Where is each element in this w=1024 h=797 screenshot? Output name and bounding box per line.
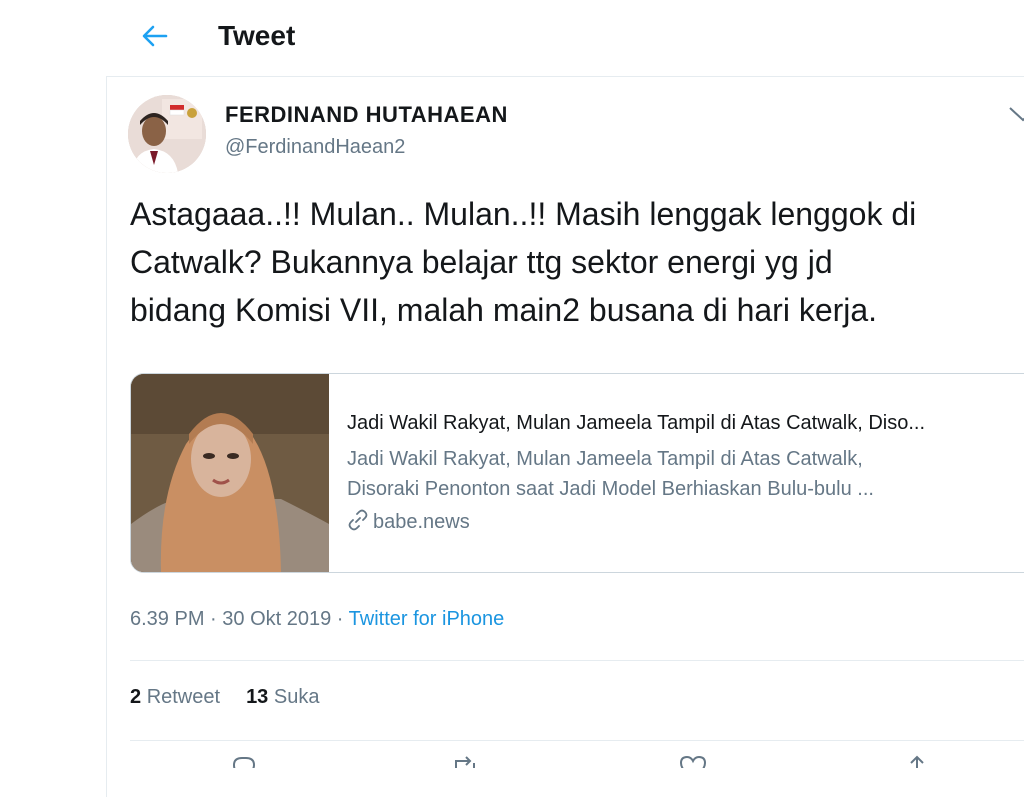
back-button[interactable] bbox=[136, 18, 172, 54]
tweet-date[interactable]: 30 Okt 2019 bbox=[222, 608, 331, 630]
tweet-time[interactable]: 6.39 PM bbox=[130, 608, 204, 630]
link-description-line: Jadi Wakil Rakyat, Mulan Jameela Tampil … bbox=[347, 448, 863, 470]
top-bar: Tweet bbox=[0, 0, 1024, 76]
like-label: Suka bbox=[273, 686, 320, 708]
reply-icon bbox=[232, 757, 256, 768]
link-title: Jadi Wakil Rakyat, Mulan Jameela Tampil … bbox=[347, 412, 925, 434]
heart-icon bbox=[679, 755, 707, 768]
retweet-label: Retweet bbox=[146, 686, 221, 708]
tweet-text-line: Astagaaa..!! Mulan.. Mulan..!! Masih len… bbox=[130, 196, 917, 232]
tweet-actions bbox=[130, 755, 1024, 768]
meta-separator: · bbox=[204, 608, 223, 630]
link-preview-card[interactable]: Jadi Wakil Rakyat, Mulan Jameela Tampil … bbox=[130, 373, 1024, 573]
retweet-icon bbox=[455, 756, 475, 768]
tweet-text-line: Catwalk? Bukannya belajar ttg sektor ene… bbox=[130, 244, 833, 280]
share-icon bbox=[910, 755, 924, 768]
share-button[interactable] bbox=[902, 755, 932, 768]
arrow-left-icon bbox=[142, 25, 168, 47]
tweet-source-link[interactable]: Twitter for iPhone bbox=[349, 608, 505, 630]
divider bbox=[130, 660, 1024, 661]
link-domain-text: babe.news bbox=[373, 511, 470, 533]
link-domain: babe.news bbox=[347, 509, 470, 534]
link-description: Jadi Wakil Rakyat, Mulan Jameela Tampil … bbox=[347, 444, 987, 504]
like-number: 13 bbox=[246, 686, 269, 708]
tweet-text: Astagaaa..!! Mulan.. Mulan..!! Masih len… bbox=[130, 190, 1024, 334]
meta-separator: · bbox=[331, 608, 349, 630]
retweet-number: 2 bbox=[130, 686, 142, 708]
avatar-image bbox=[128, 95, 206, 173]
like-count[interactable]: 13 Suka bbox=[246, 686, 319, 708]
tweet-stats: 2 Retweet 13 Suka bbox=[130, 686, 345, 709]
avatar[interactable] bbox=[128, 95, 206, 173]
tweet-meta: 6.39 PM · 30 Okt 2019 · Twitter for iPho… bbox=[130, 608, 504, 631]
link-description-line: Disoraki Penonton saat Jadi Model Berhia… bbox=[347, 478, 874, 500]
retweet-button[interactable] bbox=[450, 755, 480, 768]
author-handle[interactable]: @FerdinandHaean2 bbox=[225, 136, 405, 159]
tweet-text-line: bidang Komisi VII, malah main2 busana di… bbox=[130, 292, 878, 328]
link-icon bbox=[348, 509, 368, 531]
divider bbox=[130, 740, 1024, 741]
more-options-button[interactable] bbox=[1008, 104, 1024, 124]
reply-button[interactable] bbox=[228, 755, 258, 768]
retweet-count[interactable]: 2 Retweet bbox=[130, 686, 220, 708]
chevron-down-icon bbox=[1009, 107, 1024, 122]
page-title: Tweet bbox=[218, 20, 296, 51]
like-button[interactable] bbox=[678, 755, 708, 768]
link-thumbnail bbox=[131, 374, 329, 572]
author-name[interactable]: FERDINAND HUTAHAEAN bbox=[225, 102, 508, 128]
